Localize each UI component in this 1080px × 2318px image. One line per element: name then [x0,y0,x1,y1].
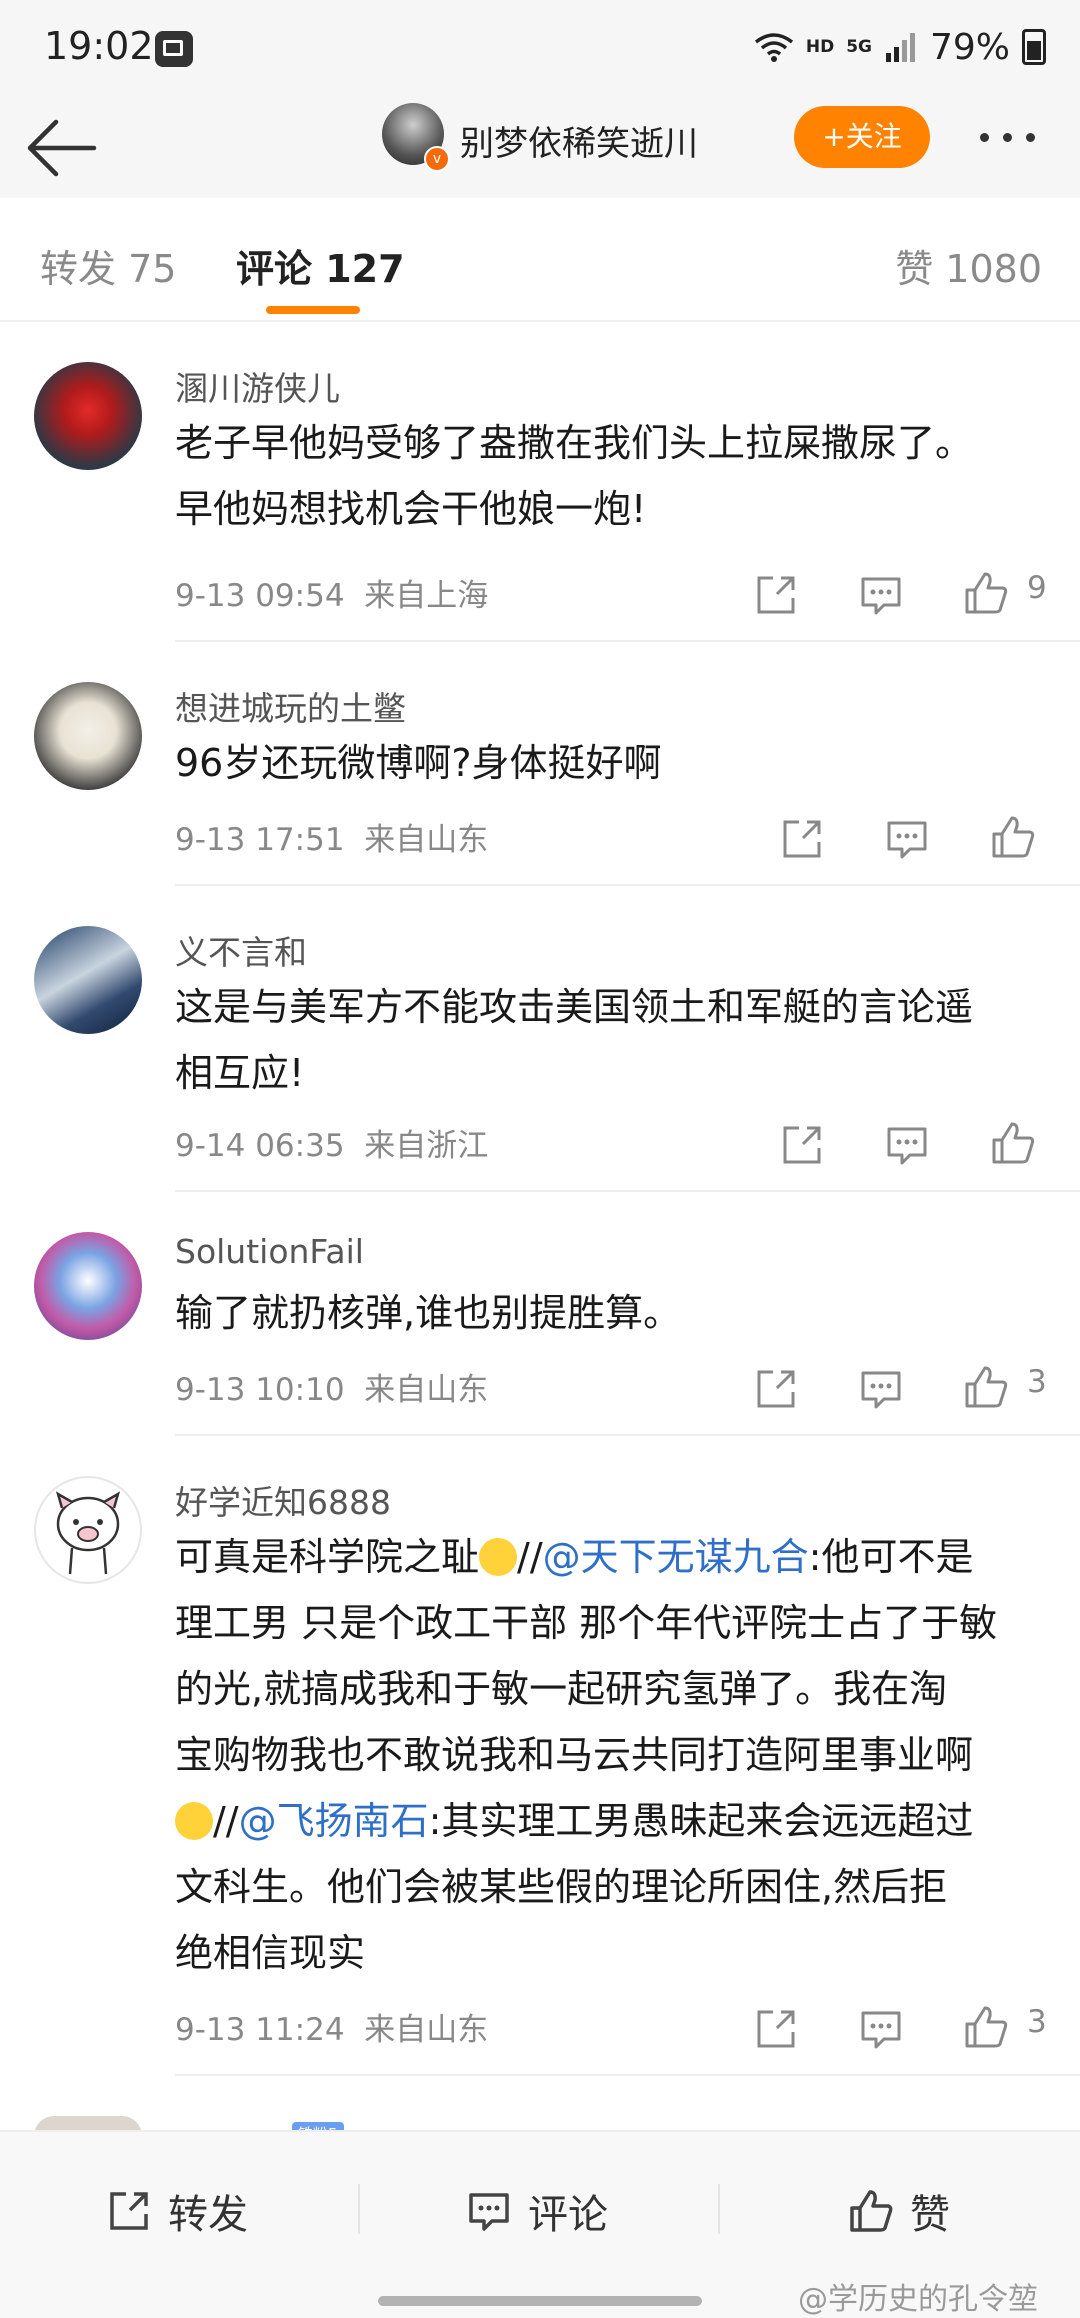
comment-time: 9-13 17:51 [175,822,345,858]
like-icon[interactable] [963,2004,1009,2050]
back-arrow-icon[interactable] [22,110,98,186]
comment-meta: 9-13 11:24 来自山东 [175,2004,488,2049]
comment-time: 9-13 09:54 [175,578,345,614]
tab-comments[interactable]: 评论 127 [236,238,405,293]
share-icon[interactable] [753,2006,799,2052]
battery-icon [1022,29,1046,65]
comment-text: 老子早他妈受够了盎撒在我们头上拉屎撒尿了。 早他妈想找机会干他娘一炮! [175,421,974,531]
home-indicator[interactable] [378,2296,702,2306]
reply-icon[interactable] [858,1366,904,1412]
like-icon[interactable] [990,814,1036,860]
like-icon[interactable] [990,1120,1036,1166]
hd-label: HD [805,37,835,57]
repost-icon [110,2192,148,2230]
comment-location: 来自山东 [364,1372,489,1408]
comment-meta: 9-13 17:51 来自山东 [175,814,488,859]
divider [718,2184,720,2234]
like-button[interactable]: 赞 [848,2182,950,2240]
like-icon [850,2190,893,2232]
status-time: 19:02 [44,24,154,68]
commenter-name[interactable]: 想进城玩的土鳖 [175,682,406,730]
emoji-icon [479,1538,518,1576]
commenter-name[interactable]: 溷川游侠儿 [175,362,340,410]
battery-percent: 79% [929,26,1010,68]
post-tabs: 转发 75 评论 127 赞 1080 [0,198,1080,322]
share-icon[interactable] [779,816,825,862]
comment-location: 来自上海 [364,578,489,614]
comment-time: 9-13 11:24 [175,2012,345,2048]
comment-location: 来自山东 [364,822,489,858]
comment-location: 来自浙江 [364,1128,489,1164]
comment-time: 9-13 10:10 [175,1372,345,1408]
commenter-name[interactable]: SolutionFail [175,1232,364,1271]
commenter-avatar[interactable] [34,926,142,1034]
more-options-icon[interactable] [980,126,1060,150]
repost-label: 转发 [168,2192,248,2238]
signal-icon [885,33,915,62]
comment-button[interactable]: 评论 [466,2182,608,2240]
comment-text: 这是与美军方不能攻击美国领土和军艇的言论遥 相互应! [175,985,974,1095]
active-tab-indicator [266,306,360,314]
comment-item-partial: 宋文玨 铁粉5 [0,2076,1080,2166]
post-header: v 别梦依稀笑逝川 +关注 [0,96,1080,198]
notification-app-icon [155,31,193,67]
commenter-avatar[interactable] [34,1476,142,1584]
smile-emoji-icon [175,1802,213,1840]
share-icon[interactable] [779,1122,825,1168]
pig-avatar-icon [55,1491,121,1575]
comment-text: 96岁还玩微博啊?身体挺好啊 [175,741,662,785]
comment-item: SolutionFail 输了就扔核弹,谁也别提胜算。 9-13 10:10 来… [0,1192,1080,1436]
reply-icon[interactable] [858,2006,904,2052]
comment-item: 义不言和 这是与美军方不能攻击美国领土和军艇的言论遥 相互应! 9-14 06:… [0,886,1080,1192]
mention-link[interactable]: @飞扬南石 [239,1799,429,1843]
like-label: 赞 [910,2192,950,2238]
share-icon[interactable] [753,1366,799,1412]
commenter-avatar[interactable] [34,682,142,790]
comment-item: 想进城玩的土鳖 96岁还玩微博啊?身体挺好啊 9-13 17:51 来自山东 [0,642,1080,886]
like-icon[interactable] [963,570,1009,616]
commenter-avatar[interactable] [34,362,142,470]
comment-text: 输了就扔核弹,谁也别提胜算。 [175,1291,682,1335]
status-bar: 19:02 HD 5G 79% [0,0,1080,96]
comment-time: 9-14 06:35 [175,1128,345,1164]
status-indicators: HD 5G 79% [754,24,1046,70]
like-icon[interactable] [963,1364,1009,1410]
network-label: 5G [846,37,872,57]
share-icon[interactable] [753,572,799,618]
like-count: 3 [1027,1364,1047,1400]
comment-label: 评论 [528,2192,608,2238]
bottom-action-bar: 转发 评论 赞 @学历史的孔令堃 [0,2130,1080,2318]
comment-meta: 9-13 10:10 来自山东 [175,1364,488,1409]
comment-text: 可真是科学院之耻//@天下无谋九合:他可不是 理工男 只是个政工干部 那个年代评… [175,1535,998,1975]
like-count: 3 [1027,2004,1047,2040]
repost-button[interactable]: 转发 [106,2182,248,2240]
comment-location: 来自山东 [364,2012,489,2048]
verified-badge-icon: v [424,146,450,172]
comment-item: 好学近知6888 可真是科学院之耻//@天下无谋九合:他可不是 理工男 只是个政… [0,1436,1080,2076]
reply-icon[interactable] [884,1122,930,1168]
author-name[interactable]: 别梦依稀笑逝川 [460,116,698,165]
tab-repost[interactable]: 转发 75 [40,238,176,293]
comment-icon [469,2193,509,2231]
follow-button[interactable]: +关注 [794,106,930,168]
comment-meta: 9-14 06:35 来自浙江 [175,1120,488,1165]
commenter-name[interactable]: 好学近知6888 [175,1476,391,1524]
mention-link[interactable]: @天下无谋九合 [543,1535,809,1579]
commenter-avatar[interactable] [34,1232,142,1340]
tab-likes[interactable]: 赞 1080 [895,238,1042,293]
commenter-name[interactable]: 义不言和 [175,926,307,974]
watermark: @学历史的孔令堃 [798,2282,1038,2317]
comment-item: 溷川游侠儿 老子早他妈受够了盎撒在我们头上拉屎撒尿了。 早他妈想找机会干他娘一炮… [0,322,1080,642]
wifi-icon [754,33,793,62]
reply-icon[interactable] [884,816,930,862]
reply-icon[interactable] [858,572,904,618]
comment-meta: 9-13 09:54 来自上海 [175,570,488,615]
divider [358,2184,360,2234]
like-count: 9 [1027,570,1047,606]
